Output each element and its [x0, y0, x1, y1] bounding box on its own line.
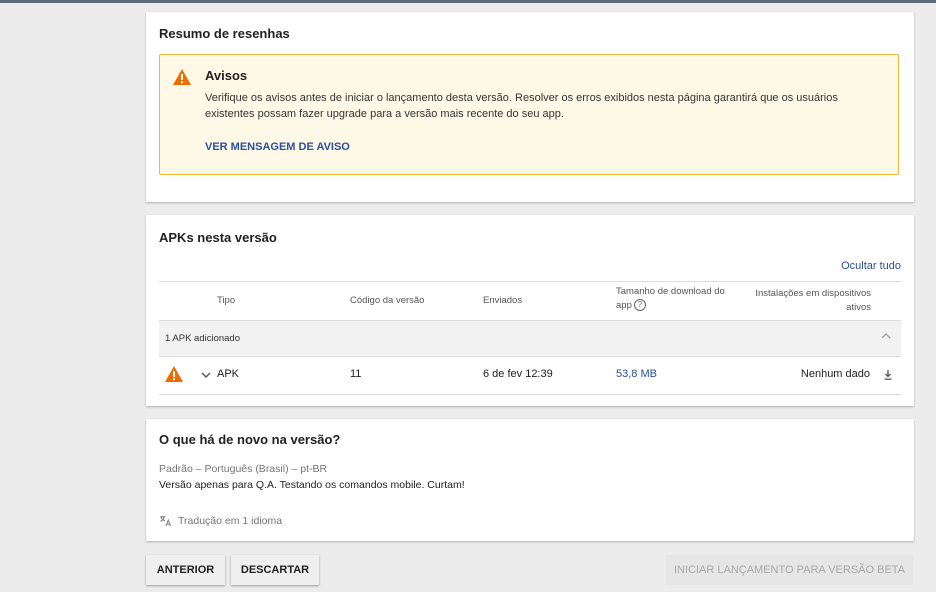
- apks-card: APKs nesta versão Ocultar tudo Tipo Códi…: [146, 215, 914, 406]
- warning-triangle-icon: [165, 366, 183, 382]
- column-header-sent: Enviados: [483, 295, 523, 306]
- apk-version-code: 11: [350, 368, 362, 380]
- column-header-version-code: Código da versão: [350, 295, 425, 306]
- apk-group-label: 1 APK adicionado: [165, 333, 241, 344]
- apk-table: Tipo Código da versão Enviados Tamanho d…: [159, 281, 901, 395]
- review-summary-card: Resumo de resenhas Avisos Verifique os a…: [146, 12, 914, 202]
- whats-new-card: O que há de novo na versão? Padrão – Por…: [146, 419, 914, 541]
- apk-download-size-link[interactable]: 53,8 MB: [616, 368, 657, 380]
- column-header-download-size: Tamanho de download do app?: [616, 285, 734, 313]
- chevron-up-icon[interactable]: [881, 331, 891, 341]
- apk-installs: Nenhum dado: [800, 368, 870, 380]
- start-beta-rollout-button[interactable]: INICIAR LANÇAMENTO PARA VERSÃO BETA: [666, 555, 913, 585]
- chevron-down-icon[interactable]: [201, 371, 211, 379]
- whats-new-title: O que há de novo na versão?: [159, 432, 341, 447]
- download-icon[interactable]: [883, 369, 893, 381]
- apk-group-row[interactable]: 1 APK adicionado: [159, 321, 901, 357]
- apks-title: APKs nesta versão: [159, 230, 277, 245]
- warning-triangle-icon: [173, 69, 191, 85]
- release-notes-language: Padrão – Português (Brasil) – pt-BR: [159, 463, 328, 475]
- help-circle-icon[interactable]: ?: [633, 299, 646, 312]
- download-size-label: Tamanho de download do app: [616, 286, 725, 311]
- column-header-installs: Instalações em dispositivos ativos: [755, 288, 871, 313]
- translate-icon: [159, 515, 172, 527]
- apk-type: APK: [217, 368, 240, 380]
- translations-label: Tradução em 1 idioma: [178, 514, 283, 527]
- top-bar: [0, 0, 936, 3]
- release-notes-text: Versão apenas para Q.A. Testando os coma…: [159, 479, 465, 491]
- warnings-title: Avisos: [205, 68, 248, 83]
- translations-link[interactable]: Tradução em 1 idioma: [159, 514, 282, 527]
- discard-button[interactable]: DESCARTAR: [231, 555, 319, 585]
- warnings-box: Avisos Verifique os avisos antes de inic…: [159, 54, 899, 175]
- table-row: APK 11 6 de fev 12:39 53,8 MB Nenhum dad…: [159, 357, 901, 395]
- hide-all-link[interactable]: Ocultar tudo: [841, 260, 901, 272]
- column-header-type: Tipo: [217, 295, 236, 306]
- back-button[interactable]: ANTERIOR: [146, 555, 225, 585]
- table-header: Tipo Código da versão Enviados Tamanho d…: [159, 281, 901, 321]
- review-summary-title: Resumo de resenhas: [159, 26, 290, 41]
- apk-sent-date: 6 de fev 12:39: [483, 368, 553, 380]
- view-warning-message-link[interactable]: VER MENSAGEM DE AVISO: [205, 141, 350, 153]
- warnings-text: Verifique os avisos antes de iniciar o l…: [205, 92, 838, 120]
